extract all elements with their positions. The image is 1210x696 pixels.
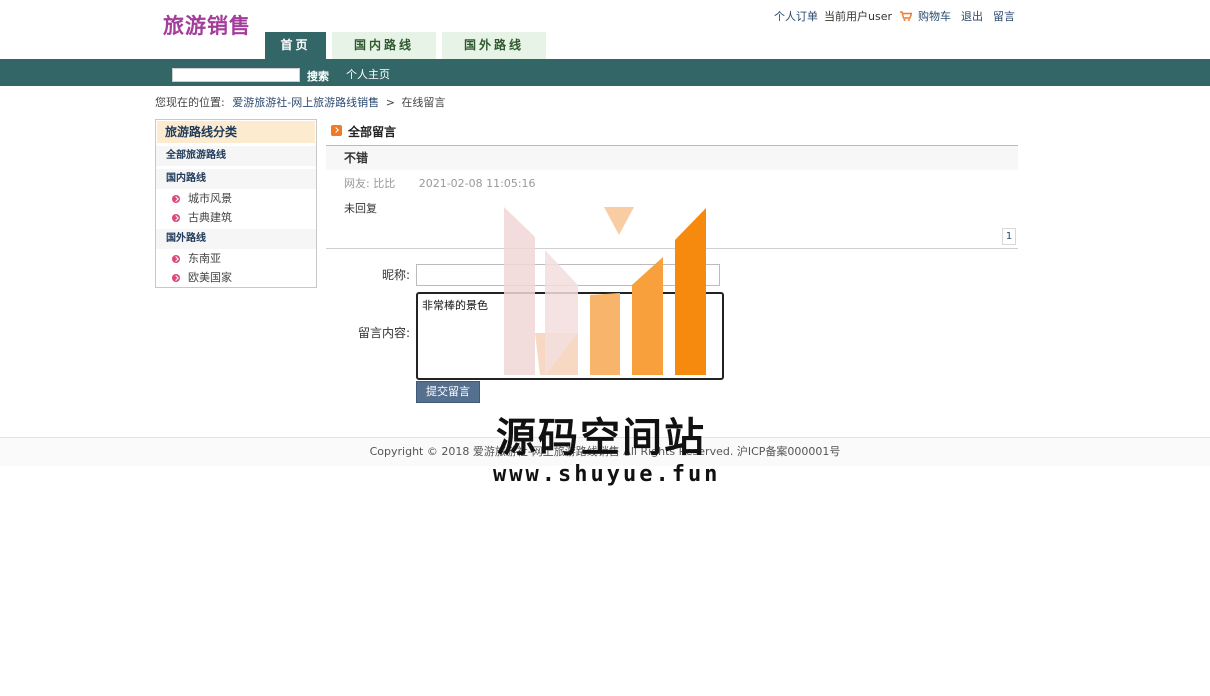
top-links: 个人订单 当前用户user 购物车 退出 留言 xyxy=(774,8,1015,24)
breadcrumb: 您现在的位置: 爱游旅游社-网上旅游路线销售 > 在线留言 xyxy=(155,94,445,110)
category-sidebar: 旅游路线分类 全部旅游路线 国内路线 城市风景 古典建筑 国外路线 东南亚 欧美… xyxy=(155,119,317,288)
sidebar-item-classical-architecture[interactable]: 古典建筑 xyxy=(156,208,316,227)
sidebar-item-europe-america[interactable]: 欧美国家 xyxy=(156,268,316,287)
breadcrumb-separator: > xyxy=(385,96,395,109)
sidebar-title: 旅游路线分类 xyxy=(156,120,316,144)
search-input[interactable] xyxy=(172,68,300,82)
sidebar-item-label: 城市风景 xyxy=(188,192,232,205)
cart-link[interactable]: 购物车 xyxy=(918,8,951,24)
nickname-label: 昵称: xyxy=(381,268,410,282)
bullet-arrow-icon xyxy=(172,254,180,263)
sidebar-item-southeast-asia[interactable]: 东南亚 xyxy=(156,249,316,268)
sidebar-item-city-scenery[interactable]: 城市风景 xyxy=(156,189,316,208)
breadcrumb-prefix: 您现在的位置: xyxy=(155,96,225,109)
bullet-arrow-icon xyxy=(172,194,180,203)
watermark-url: www.shuyue.fun xyxy=(493,462,721,487)
bullet-arrow-icon xyxy=(172,273,180,282)
watermark-title: 源码空间站 xyxy=(496,415,706,461)
current-user-label: 当前用户user xyxy=(824,10,892,23)
sidebar-group-domestic[interactable]: 国内路线 xyxy=(156,169,316,189)
arrow-badge-icon xyxy=(331,125,342,136)
site-logo-text: 旅游销售 xyxy=(163,14,251,38)
page-number-button[interactable]: 1 xyxy=(1002,228,1016,245)
section-title: 全部留言 xyxy=(326,119,1018,146)
message-meta: 网友: 比比 2021-02-08 11:05:16 xyxy=(326,170,1018,198)
message-link[interactable]: 留言 xyxy=(993,8,1015,24)
sidebar-group-overseas[interactable]: 国外路线 xyxy=(156,229,316,249)
content-label: 留言内容: xyxy=(357,326,410,340)
author-name: 比比 xyxy=(373,177,396,190)
orders-link[interactable]: 个人订单 xyxy=(774,8,818,24)
submit-message-button[interactable]: 提交留言 xyxy=(416,381,480,403)
sidebar-item-label: 欧美国家 xyxy=(188,271,232,284)
breadcrumb-site-link[interactable]: 爱游旅游社-网上旅游路线销售 xyxy=(232,96,379,109)
bullet-arrow-icon xyxy=(172,213,180,222)
author-label: 网友: xyxy=(344,177,370,190)
tab-overseas[interactable]: 国外路线 xyxy=(442,32,546,59)
watermark-logo-icon xyxy=(504,207,706,375)
breadcrumb-current: 在线留言 xyxy=(401,96,446,109)
logout-link[interactable]: 退出 xyxy=(961,8,983,24)
sidebar-item-label: 东南亚 xyxy=(188,252,221,265)
cart-icon xyxy=(900,11,912,21)
section-title-text: 全部留言 xyxy=(348,125,397,139)
tab-domestic[interactable]: 国内路线 xyxy=(332,32,436,59)
personal-home-link[interactable]: 个人主页 xyxy=(346,66,390,82)
message-datetime: 2021-02-08 11:05:16 xyxy=(418,177,536,190)
main-nav: 首页 国内路线 国外路线 xyxy=(265,32,546,59)
search-button[interactable]: 搜索 xyxy=(307,68,329,84)
tab-home[interactable]: 首页 xyxy=(265,32,326,59)
message-subject: 不错 xyxy=(326,146,1018,170)
sidebar-item-label: 古典建筑 xyxy=(188,211,232,224)
sidebar-item-all-routes[interactable]: 全部旅游路线 xyxy=(156,146,316,166)
